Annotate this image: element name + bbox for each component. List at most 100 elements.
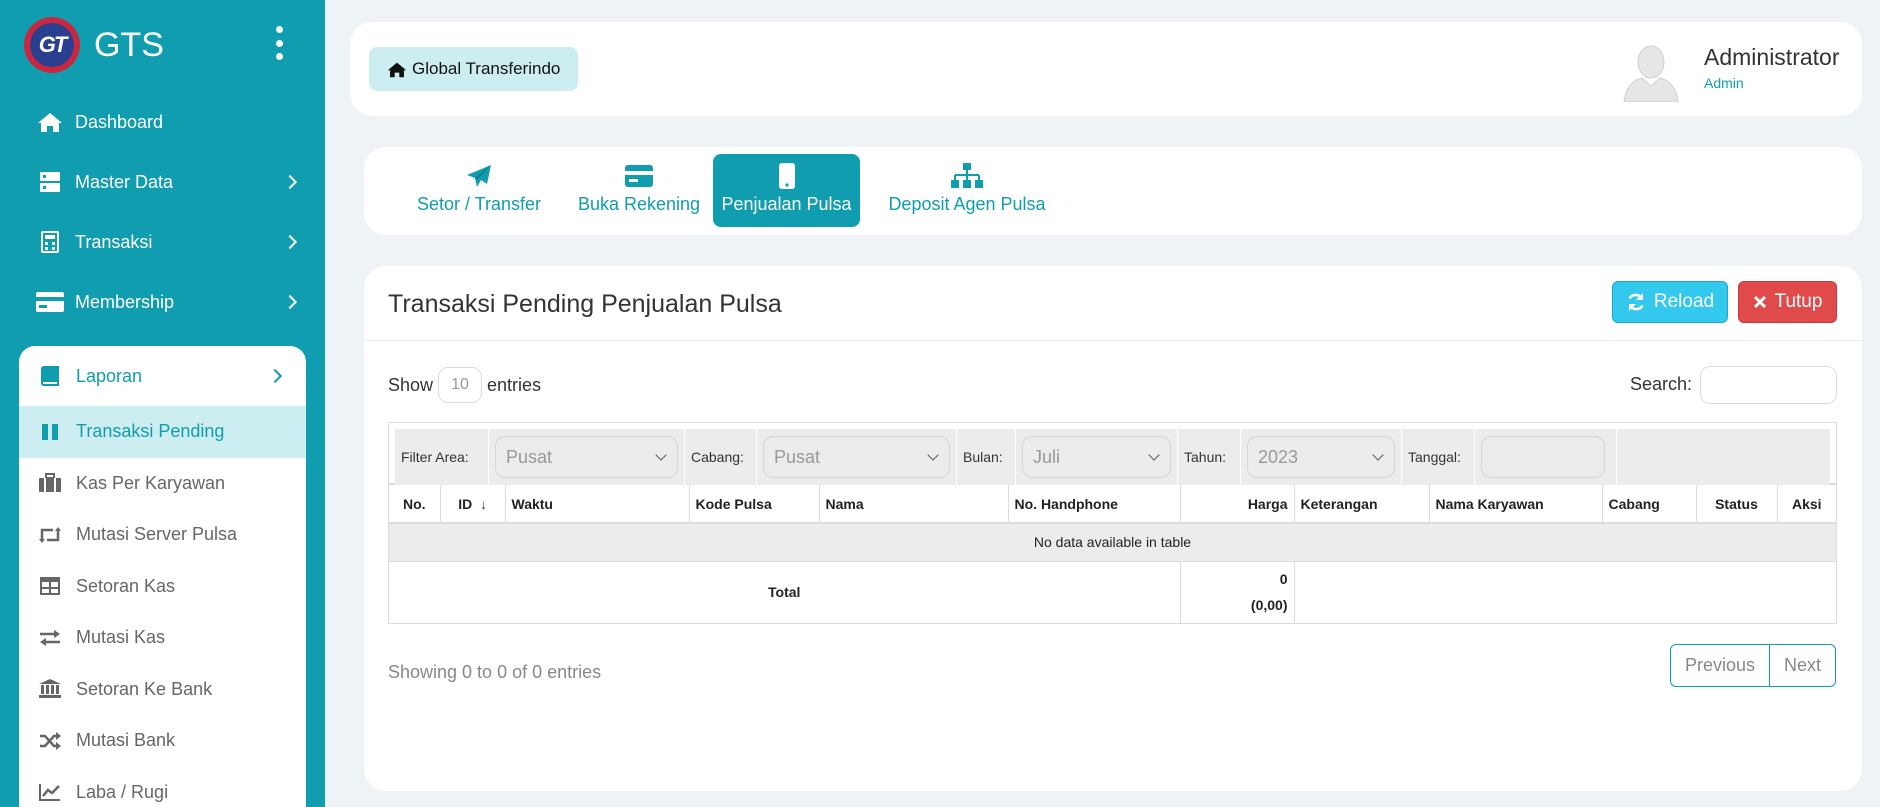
col-kode-pulsa[interactable]: Kode Pulsa [689,485,820,524]
filter-cabang-label: Cabang: [685,429,757,485]
entries-label: entries [487,374,542,395]
line-chart-icon [37,781,63,803]
filter-bar: Filter Area: Pusat Cabang: Pusat Bulan: … [389,423,1836,485]
tab-penjualan-pulsa[interactable]: Penjualan Pulsa [713,154,860,227]
sidebar-item-laporan[interactable]: Laporan [19,346,306,406]
chevron-down-icon [1372,449,1384,461]
sidebar-item-label: Laporan [76,365,143,386]
sidebar-item-setoran-kas[interactable]: Setoran Kas [19,561,306,613]
tab-deposit-agen-pulsa[interactable]: Deposit Agen Pulsa [882,154,1052,227]
filter-tahun-select[interactable]: 2023 [1247,436,1395,478]
calculator-icon [36,231,64,253]
previous-button[interactable]: Previous [1671,645,1771,686]
pending-table: No. ID ↓ Waktu Kode Pulsa Nama No. Handph… [389,485,1836,623]
sidebar-item-transaksi[interactable]: Transaksi [0,212,325,272]
search-input[interactable] [1700,366,1837,404]
col-id[interactable]: ID ↓ [440,485,506,524]
col-keterangan[interactable]: Keterangan [1294,485,1430,524]
home-icon [36,111,64,133]
sidebar-item-transaksi-pending[interactable]: Transaksi Pending [19,406,306,458]
sidebar-item-label: Kas Per Karyawan [76,472,226,493]
next-button[interactable]: Next [1770,645,1835,686]
exchange-icon [37,627,63,649]
sidebar-item-setoran-ke-bank[interactable]: Setoran Ke Bank [19,664,306,716]
user-role: Admin [1704,75,1744,91]
shuffle-icon [37,730,63,752]
pagination: Previous Next [1670,644,1837,687]
chevron-down-icon [1148,449,1160,461]
col-aksi[interactable]: Aksi [1777,485,1836,524]
reload-button[interactable]: Reload [1612,281,1728,323]
filter-cabang-select[interactable]: Pusat [763,436,950,478]
gts-logo: GT [24,17,80,73]
mobile-icon [778,162,795,190]
col-no-handphone[interactable]: No. Handphone [1008,485,1181,524]
page-title: Transaksi Pending Penjualan Pulsa [388,290,782,318]
sidebar-item-dashboard[interactable]: Dashboard [0,92,325,152]
close-icon [1753,295,1767,309]
credit-card-icon [36,291,64,313]
top-header: Global Transferindo Administrator Admin [350,22,1862,116]
main-panel: Transaksi Pending Penjualan Pulsa Reload… [364,266,1862,791]
sitemap-icon [951,162,983,190]
sidebar-nav: Dashboard Master Data Transaksi Membersh… [0,92,325,332]
total-value: 0 (0,00) [1180,561,1295,623]
refresh-icon [1626,292,1646,312]
sidebar: GT GTS Dashboard Master Data Transaksi M… [0,0,325,807]
breadcrumb-label: Global Transferindo [412,59,561,78]
breadcrumb[interactable]: Global Transferindo [369,47,579,91]
sidebar-item-mutasi-kas[interactable]: Mutasi Kas [19,612,306,664]
search-label: Search: [1630,374,1693,394]
pause-icon [37,421,63,443]
tab-label: Buka Rekening [577,194,701,214]
kebab-menu-icon[interactable] [272,26,286,60]
laporan-submenu: Laporan Transaksi Pending Kas Per Karyaw… [19,346,306,807]
tabs-bar: Setor / Transfer Buka Rekening Penjualan… [364,147,1862,235]
tab-setor-transfer[interactable]: Setor / Transfer [404,154,554,227]
sidebar-item-mutasi-bank[interactable]: Mutasi Bank [19,715,306,767]
server-icon [36,171,64,193]
bank-icon [37,678,63,700]
close-button[interactable]: Tutup [1738,281,1837,323]
page-length-control: Show 10 entries [388,366,541,404]
filter-tanggal-input[interactable] [1481,436,1605,478]
col-nama[interactable]: Nama [819,485,1009,524]
filter-bulan-select[interactable]: Juli [1022,436,1171,478]
table-info: Showing 0 to 0 of 0 entries [388,662,602,682]
col-harga[interactable]: Harga [1180,485,1295,524]
reload-label: Reload [1653,291,1715,312]
sidebar-item-label: Master Data [75,171,174,192]
col-waktu[interactable]: Waktu [505,485,690,524]
avatar[interactable] [1622,40,1680,103]
sidebar-item-membership[interactable]: Membership [0,272,325,332]
sidebar-item-mutasi-server-pulsa[interactable]: Mutasi Server Pulsa [19,509,306,561]
col-status[interactable]: Status [1696,485,1778,524]
tab-label: Deposit Agen Pulsa [888,194,1046,214]
page-length-select[interactable]: 10 [438,367,483,403]
sort-icon: ↓ [480,496,487,512]
paper-plane-icon [466,162,492,190]
chevron-down-icon [655,449,667,461]
sidebar-item-label: Setoran Ke Bank [76,678,213,699]
filter-area-select[interactable]: Pusat [495,436,678,478]
filter-tahun-label: Tahun: [1178,429,1241,485]
table-row: No data available in table [389,523,1836,562]
sidebar-item-label: Setoran Kas [76,575,176,596]
col-nama-karyawan[interactable]: Nama Karyawan [1429,485,1603,524]
sidebar-item-master-data[interactable]: Master Data [0,152,325,212]
sidebar-item-label: Mutasi Server Pulsa [76,524,238,545]
tab-label: Penjualan Pulsa [721,194,852,214]
sidebar-item-label: Membership [75,291,175,312]
tab-buka-rekening[interactable]: Buka Rekening [564,154,714,227]
chevron-right-icon [282,294,298,310]
sidebar-item-label: Dashboard [75,111,164,132]
brand-name: GTS [94,25,164,64]
sidebar-item-kas-per-karyawan[interactable]: Kas Per Karyawan [19,458,306,510]
col-cabang[interactable]: Cabang [1602,485,1697,524]
col-no[interactable]: No. [389,485,441,524]
show-label: Show [388,374,434,395]
home-icon [387,61,407,78]
sidebar-item-laba-rugi[interactable]: Laba / Rugi [19,767,306,807]
brand[interactable]: GT GTS [24,16,164,74]
table-icon [37,575,63,597]
